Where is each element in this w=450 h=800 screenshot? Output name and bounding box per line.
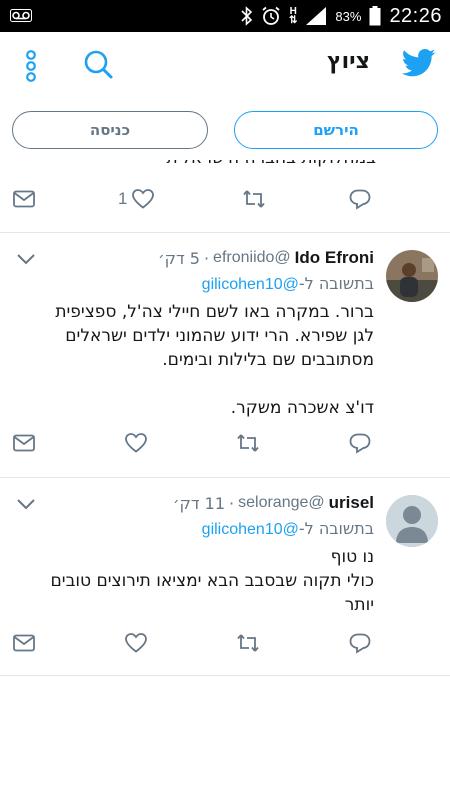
reply-prefix: בתשובה ל- (298, 274, 374, 293)
mail-icon (13, 190, 35, 208)
like-button[interactable]: 1 (118, 187, 155, 211)
reply-icon (349, 189, 371, 210)
author-handle[interactable]: @selorange (238, 494, 325, 512)
avatar[interactable] (386, 250, 438, 302)
retweet-icon (237, 434, 259, 452)
reply-prefix: בתשובה ל- (298, 519, 374, 538)
reply-icon (349, 633, 371, 654)
signup-button[interactable]: הירשם (234, 111, 438, 149)
reply-icon (349, 433, 371, 454)
reply-mention[interactable]: @gilicohen10 (202, 276, 299, 293)
reply-context: בתשובה ל-@gilicohen10 (202, 519, 374, 539)
heart-icon (125, 433, 147, 453)
bluetooth-icon (241, 6, 253, 26)
retweet-icon (237, 634, 259, 652)
tweet-actions (0, 623, 450, 663)
retweet-button[interactable] (236, 631, 260, 655)
search-icon[interactable] (82, 49, 114, 81)
network-type-indicator: H ⇅ (289, 6, 298, 26)
tweet-time[interactable]: 11 דק׳ (173, 494, 225, 513)
chevron-down-icon[interactable] (16, 252, 36, 266)
mail-icon (13, 434, 35, 452)
status-bar: H ⇅ 83% 22:26 (0, 0, 450, 32)
signal-icon (306, 7, 327, 25)
divider (0, 675, 450, 676)
dm-button[interactable] (12, 431, 36, 455)
meta-separator: · (203, 248, 210, 268)
tweet-text: ברור. במקרה באו לשם חיילי צה'ל, ספציפית … (55, 302, 374, 418)
status-time: 22:26 (389, 4, 442, 27)
page-title: ציוץ (327, 49, 370, 74)
battery-icon (369, 6, 381, 26)
reply-button[interactable] (348, 187, 372, 211)
timeline: במחלוקות בחברה הישראלית 1 (0, 160, 450, 800)
dm-button[interactable] (12, 187, 36, 211)
reply-button[interactable] (348, 631, 372, 655)
meta-separator: · (229, 493, 235, 513)
tweet-item[interactable]: urisel @selorange · 11 דק׳ בתשובה ל-@gil… (0, 477, 450, 675)
alarm-icon (262, 6, 280, 25)
app-header: ציוץ (0, 32, 450, 96)
login-button[interactable]: כניסה (12, 111, 208, 149)
voicemail-icon (10, 9, 32, 22)
tweet-actions (0, 423, 450, 463)
auth-bar: כניסה הירשם (0, 96, 450, 160)
avatar[interactable] (386, 495, 438, 547)
reply-mention[interactable]: @gilicohen10 (202, 521, 299, 538)
heart-icon (132, 189, 155, 209)
like-count: 1 (118, 189, 128, 208)
battery-percent: 83% (335, 8, 362, 24)
previous-tweet-text: במחלוקות בחברה הישראלית (167, 160, 376, 168)
previous-tweet-actions: 1 (0, 179, 450, 219)
menu-dots-icon[interactable] (24, 50, 38, 82)
like-button[interactable] (124, 631, 148, 655)
avatar-photo (386, 250, 438, 302)
retweet-button[interactable] (242, 187, 266, 211)
like-button[interactable] (124, 431, 148, 455)
author-handle[interactable]: @efroniido (213, 249, 291, 267)
author-name[interactable]: Ido Efroni (295, 248, 374, 268)
mail-icon (13, 634, 35, 652)
tweet-header: Ido Efroni @efroniido · 5 דק׳ (158, 246, 374, 270)
retweet-icon (243, 190, 265, 208)
chevron-down-icon[interactable] (16, 497, 36, 511)
retweet-button[interactable] (236, 431, 260, 455)
reply-button[interactable] (348, 431, 372, 455)
tweet-text: נו טוף כולי תקוה שבסבב הבא ימציאו תירוצי… (50, 547, 374, 615)
tweet-item[interactable]: Ido Efroni @efroniido · 5 דק׳ בתשובה ל-@… (0, 232, 450, 477)
dm-button[interactable] (12, 631, 36, 655)
author-name[interactable]: urisel (329, 493, 374, 513)
tweet-time[interactable]: 5 דק׳ (158, 249, 200, 268)
default-avatar-icon (386, 495, 438, 547)
twitter-bird-icon[interactable] (402, 48, 436, 78)
heart-icon (125, 633, 147, 653)
tweet-header: urisel @selorange · 11 דק׳ (173, 491, 374, 515)
reply-context: בתשובה ל-@gilicohen10 (202, 274, 374, 294)
